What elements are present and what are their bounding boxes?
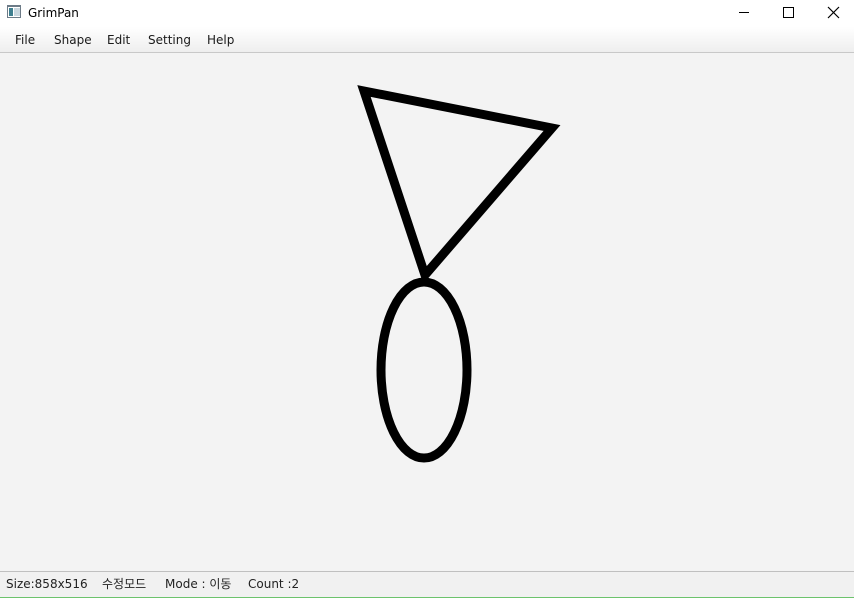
maximize-button[interactable]	[765, 0, 811, 26]
drawing-canvas[interactable]	[0, 53, 854, 571]
menu-bar: File Shape Edit Setting Help	[0, 27, 854, 53]
menu-setting[interactable]: Setting	[146, 32, 193, 48]
status-size: Size:858x516	[6, 577, 88, 591]
menu-help[interactable]: Help	[205, 32, 236, 48]
status-edit-mode: 수정모드	[102, 577, 147, 591]
ellipse-shape[interactable]	[376, 277, 472, 463]
status-mode: Mode : 이동	[165, 577, 232, 591]
minimize-icon	[739, 12, 749, 13]
canvas-svg	[357, 85, 561, 463]
status-count: Count :2	[248, 577, 300, 591]
app-icon	[7, 5, 21, 18]
menu-file[interactable]: File	[13, 32, 37, 48]
triangle-shape[interactable]	[357, 85, 561, 284]
title-bar[interactable]: GrimPan	[0, 0, 854, 26]
close-button[interactable]	[810, 0, 854, 26]
status-bar: Size:858x516 수정모드 Mode : 이동 Count :2	[0, 571, 854, 599]
maximize-icon	[783, 7, 794, 18]
menu-edit[interactable]: Edit	[105, 32, 132, 48]
close-icon	[827, 6, 840, 19]
minimize-button[interactable]	[721, 0, 767, 26]
menu-shape[interactable]: Shape	[52, 32, 94, 48]
app-window: GrimPan File Shape Edit Setting Help Siz…	[0, 0, 854, 599]
window-title: GrimPan	[28, 6, 79, 20]
